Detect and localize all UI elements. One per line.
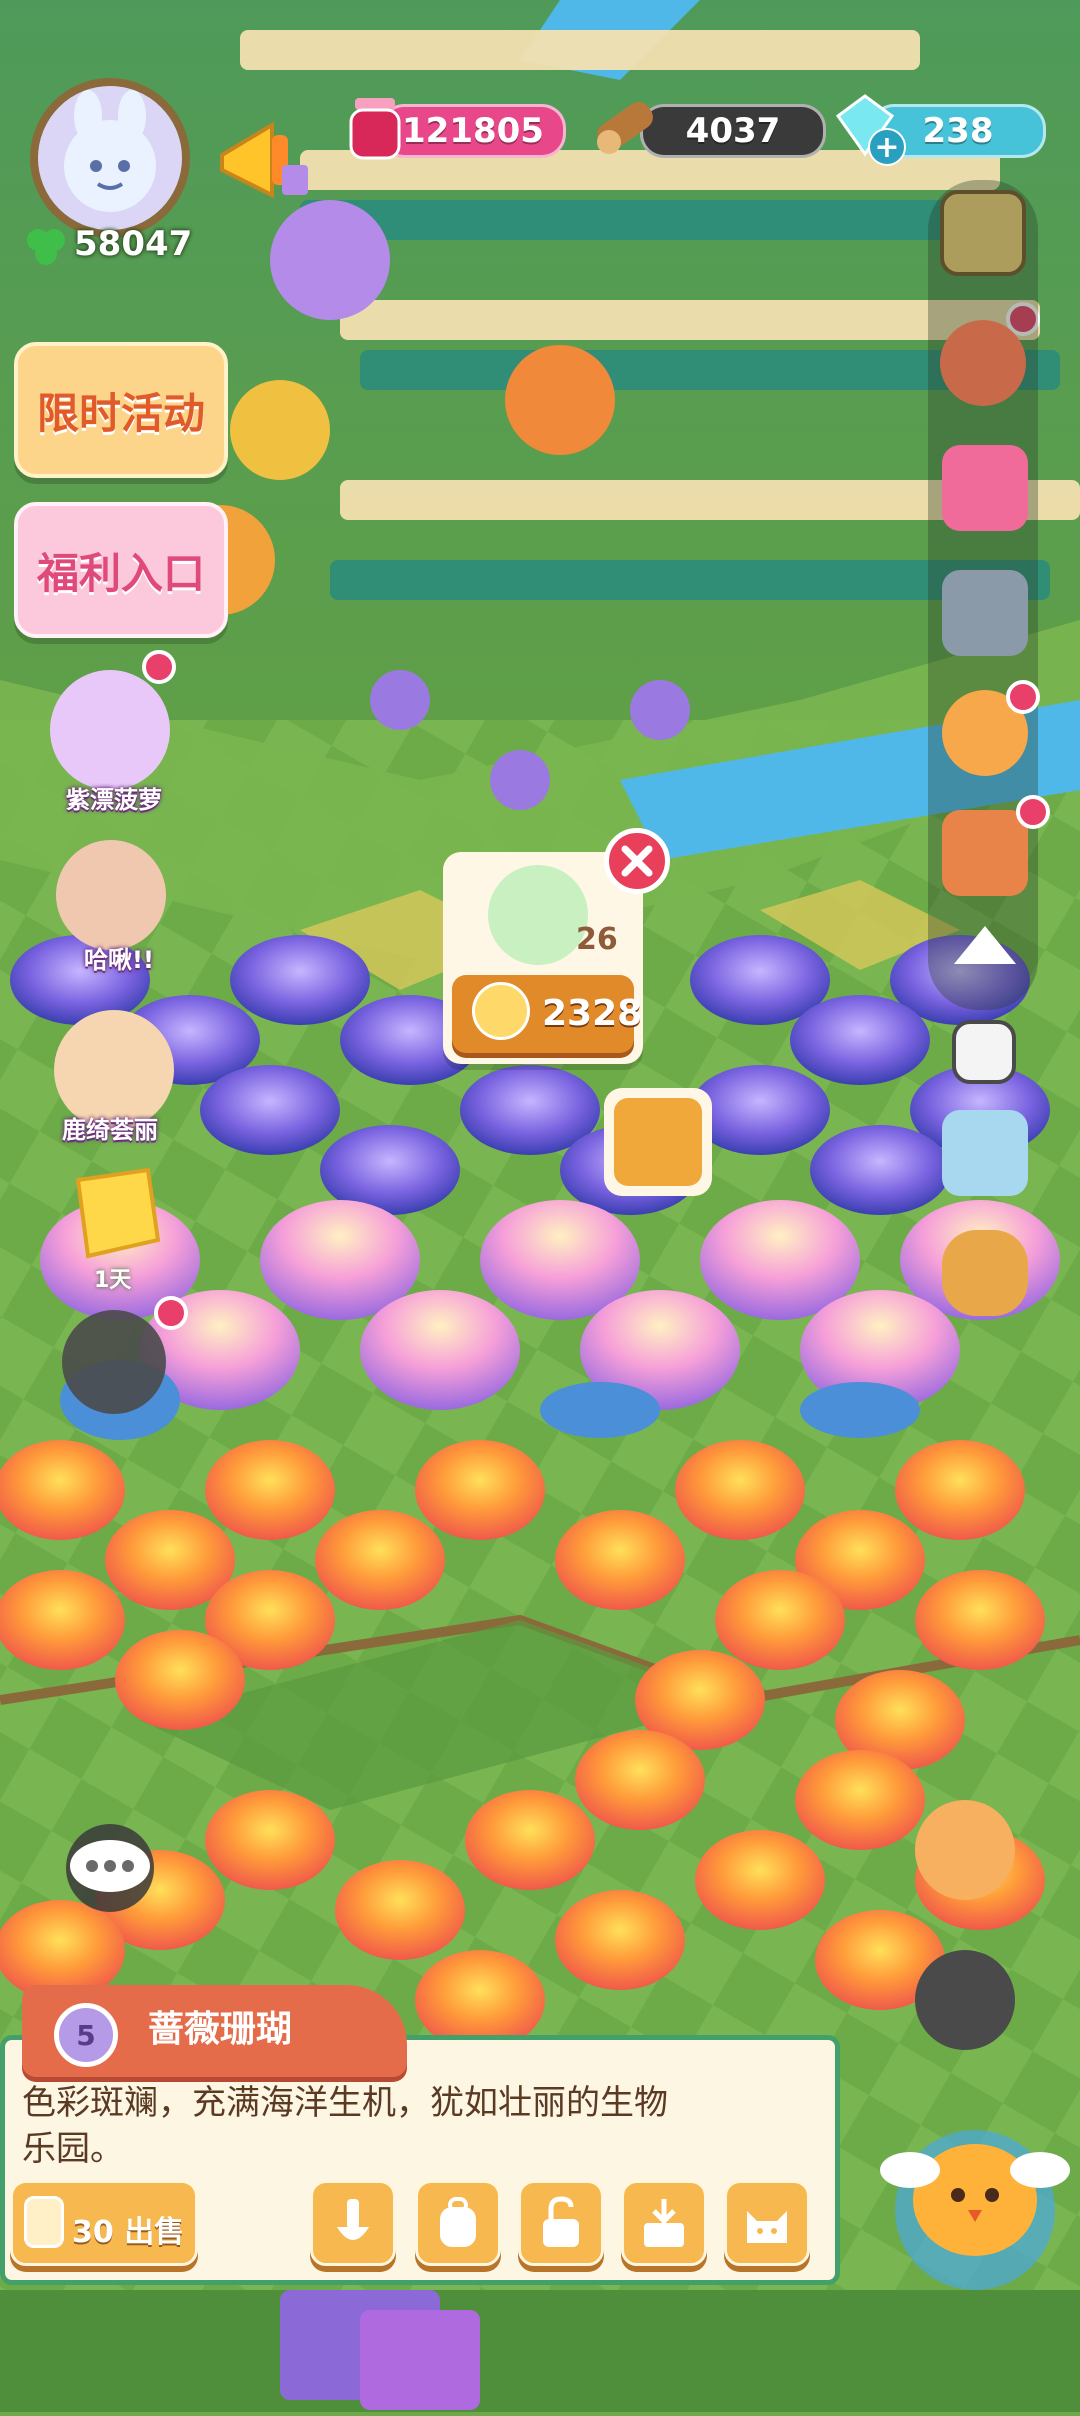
popup-count: 26 — [576, 922, 618, 957]
add-gem-button[interactable]: + — [868, 128, 906, 166]
backpack-icon[interactable] — [942, 1230, 1028, 1316]
pet-button[interactable] — [724, 2180, 810, 2266]
friend-avatar-1[interactable] — [50, 670, 170, 790]
collapse-sidebar-icon[interactable] — [950, 920, 1020, 970]
star-bag-button[interactable] — [62, 1310, 166, 1414]
bunny-avatar-icon — [64, 90, 156, 212]
store-button[interactable] — [621, 2180, 707, 2266]
coral-thumbnail-icon — [488, 865, 588, 965]
jam-value: 121805 — [402, 111, 544, 151]
shovel-button[interactable] — [310, 2180, 396, 2266]
shovel-icon — [337, 2199, 369, 2240]
item-name: 蔷薇珊瑚 — [148, 2009, 293, 2050]
speaker-icon[interactable] — [942, 570, 1028, 656]
couple-chicks-icon[interactable] — [915, 1800, 1015, 1900]
clover-icon — [22, 222, 70, 270]
close-icon[interactable] — [604, 828, 670, 894]
notification-dot — [154, 1296, 188, 1330]
gem-value: 238 — [922, 111, 994, 151]
clover-count: 58047 — [74, 224, 193, 264]
timer-label: 1天 — [94, 1268, 132, 1293]
unlock-icon — [543, 2196, 579, 2247]
ticket-icon[interactable] — [58, 1160, 168, 1270]
box-download-icon — [644, 2199, 684, 2247]
coin-stack-icon — [24, 2196, 64, 2248]
friend-name: 紫漂菠萝 — [66, 786, 162, 814]
friend-avatar-2[interactable] — [56, 840, 166, 950]
wood-value: 4037 — [685, 111, 781, 151]
sell-label: 30 出售 — [72, 2215, 185, 2250]
cat-icon — [747, 2211, 787, 2243]
phone-icon[interactable] — [942, 1110, 1028, 1196]
camera-icon[interactable] — [952, 1020, 1016, 1084]
friend-name: 鹿绮荟丽 — [62, 1116, 158, 1144]
jam-counter[interactable]: 121805 — [380, 104, 566, 158]
mascot-chick-button[interactable] — [880, 2100, 1070, 2300]
unlock-button[interactable] — [518, 2180, 604, 2266]
item-description: 色彩斑斓，充满海洋生机，犹如壮丽的生物 乐园。 — [22, 2083, 668, 2169]
notification-dot — [1006, 680, 1040, 714]
megaphone-icon[interactable] — [212, 115, 312, 205]
player-avatar[interactable] — [30, 78, 190, 238]
wood-log-icon — [585, 86, 665, 166]
notes-icon[interactable] — [915, 1950, 1015, 2050]
jam-jar-icon — [345, 92, 405, 162]
welfare-entry-button[interactable]: 福利入口 — [14, 502, 228, 638]
backpack-icon — [440, 2197, 476, 2247]
chat-bubble-button[interactable] — [50, 1820, 170, 1920]
notification-dot — [1016, 795, 1050, 829]
storage-button[interactable] — [415, 2180, 501, 2266]
notification-dot — [142, 650, 176, 684]
limited-event-button[interactable]: 限时活动 — [14, 342, 228, 478]
chick-vacuum-icon — [472, 982, 530, 1040]
wood-counter[interactable]: 4037 — [640, 104, 826, 158]
shovel-action-button[interactable] — [604, 1088, 712, 1196]
friend-name: 哈啾!! — [84, 946, 154, 974]
popup-price: 2328 — [542, 993, 643, 1034]
bear-icon[interactable] — [940, 320, 1026, 406]
book-icon[interactable] — [942, 445, 1028, 531]
guide-book-icon[interactable] — [942, 810, 1028, 896]
level-badge: 5 — [54, 2003, 118, 2067]
